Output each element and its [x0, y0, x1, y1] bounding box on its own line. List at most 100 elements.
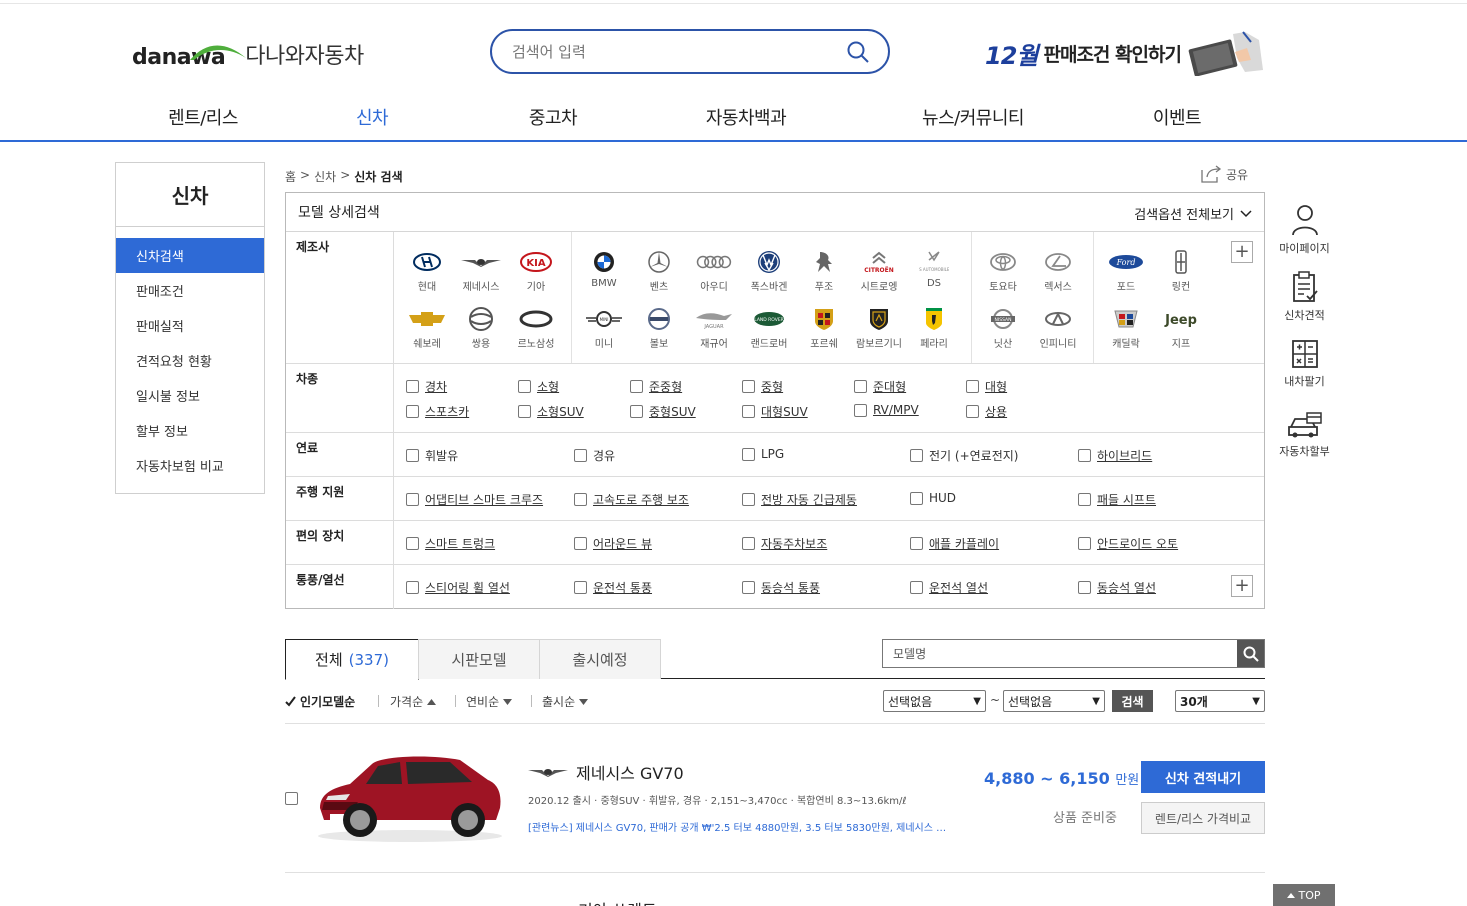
checkbox-type-commercial[interactable]: 상용: [966, 403, 1007, 420]
brand-mini[interactable]: MINI 미니: [579, 307, 629, 350]
sidebar-item-lump-sum[interactable]: 일시불 정보: [116, 378, 264, 413]
checkbox-android-auto[interactable]: 안드로이드 오토: [1078, 535, 1178, 552]
checkbox-fuel-hybrid[interactable]: 하이브리드: [1078, 447, 1152, 464]
product-name[interactable]: 제네시스 GV70: [528, 760, 684, 784]
quick-sell-my-car[interactable]: 내차팔기: [1272, 339, 1337, 389]
checkbox-steering-heat[interactable]: 스티어링 휠 열선: [406, 579, 510, 596]
brand-jeep[interactable]: Jeep 지프: [1156, 307, 1206, 350]
logo[interactable]: danawa 다나와자동차: [132, 38, 364, 70]
checkbox-hud[interactable]: HUD: [910, 491, 956, 505]
gnb-used-car[interactable]: 중고차: [529, 104, 578, 130]
quick-new-car-quote[interactable]: 신차견적: [1272, 271, 1337, 323]
brand-genesis[interactable]: 제네시스: [456, 250, 506, 293]
tab-on-sale[interactable]: 시판모델: [418, 639, 540, 679]
brand-bmw[interactable]: BMW: [579, 250, 629, 289]
checkbox-driver-ventilation[interactable]: 운전석 통풍: [574, 579, 652, 596]
checkbox-fuel-electric[interactable]: 전기 (+연료전지): [910, 447, 1018, 464]
checkbox-type-large-suv[interactable]: 대형SUV: [742, 403, 808, 420]
checkbox-auto-parking[interactable]: 자동주차보조: [742, 535, 827, 552]
next-product-name[interactable]: 기아 쏘렌토: [578, 897, 657, 906]
promo-banner[interactable]: 12월 판매조건 확인하기: [985, 30, 1265, 76]
sidebar-item-sales-results[interactable]: 판매실적: [116, 308, 264, 343]
checkbox-adaptive-cruise[interactable]: 어댑티브 스마트 크루즈: [406, 491, 543, 508]
gnb-rent-lease[interactable]: 렌트/리스: [168, 104, 238, 130]
checkbox-type-compact[interactable]: 경차: [406, 378, 447, 395]
breadcrumb-home[interactable]: 홈: [285, 168, 296, 185]
checkbox-type-mid-suv[interactable]: 중형SUV: [630, 403, 696, 420]
model-search-input[interactable]: [883, 640, 1237, 667]
gnb-new-car[interactable]: 신차: [356, 104, 389, 130]
checkbox-type-large[interactable]: 대형: [966, 378, 1007, 395]
brand-renault-samsung[interactable]: 르노삼성: [511, 307, 561, 350]
brand-toyota[interactable]: 토요타: [978, 250, 1028, 293]
checkbox-auto-emergency-brake[interactable]: 전방 자동 긴급제동: [742, 491, 857, 508]
brand-peugeot[interactable]: 푸조: [799, 250, 849, 293]
checkbox-type-semi-mid[interactable]: 준중형: [630, 378, 682, 395]
search-icon[interactable]: [846, 40, 870, 64]
brand-nissan[interactable]: NISSAN 닛산: [978, 307, 1028, 350]
brand-ssangyong[interactable]: 쌍용: [456, 307, 506, 350]
sort-efficiency[interactable]: 연비순: [466, 693, 513, 710]
share-button[interactable]: 공유: [1200, 165, 1248, 183]
brand-hyundai[interactable]: 현대: [402, 250, 452, 293]
tab-upcoming[interactable]: 출시예정: [539, 639, 661, 679]
model-search-button[interactable]: [1237, 640, 1264, 667]
expand-maker-button[interactable]: +: [1231, 241, 1253, 263]
checkbox-passenger-heat[interactable]: 동승석 열선: [1078, 579, 1156, 596]
brand-volvo[interactable]: 볼보: [634, 307, 684, 350]
car-thumbnail[interactable]: [310, 750, 510, 845]
brand-volkswagen[interactable]: 폭스바겐: [744, 250, 794, 293]
brand-infiniti[interactable]: 인피니티: [1033, 307, 1083, 350]
brand-kia[interactable]: KIA 기아: [511, 250, 561, 293]
quick-car-installment[interactable]: 자동차할부: [1272, 411, 1337, 459]
brand-porsche[interactable]: 포르쉐: [799, 307, 849, 350]
sidebar-item-new-car-search[interactable]: 신차검색: [116, 238, 264, 273]
brand-jaguar[interactable]: JAGUAR 재규어: [689, 307, 739, 350]
brand-audi[interactable]: 아우디: [689, 250, 739, 293]
brand-cadillac[interactable]: 캐딜락: [1101, 307, 1151, 350]
checkbox-type-mid[interactable]: 중형: [742, 378, 783, 395]
checkbox-type-small-suv[interactable]: 소형SUV: [518, 403, 584, 420]
brand-citroen[interactable]: CITROËN 시트로엥: [854, 250, 904, 293]
checkbox-smart-trunk[interactable]: 스마트 트렁크: [406, 535, 495, 552]
brand-ferrari[interactable]: 페라리: [909, 307, 959, 350]
price-search-button[interactable]: 검색: [1112, 690, 1153, 712]
product-checkbox[interactable]: [285, 792, 298, 805]
checkbox-paddle-shift[interactable]: 패들 시프트: [1078, 491, 1156, 508]
gnb-event[interactable]: 이벤트: [1153, 104, 1202, 130]
checkbox-fuel-gasoline[interactable]: 휘발유: [406, 447, 458, 464]
checkbox-passenger-ventilation[interactable]: 동승석 통풍: [742, 579, 820, 596]
new-car-quote-button[interactable]: 신차 견적내기: [1141, 761, 1265, 793]
sidebar-item-quote-requests[interactable]: 견적요청 현황: [116, 343, 264, 378]
brand-lamborghini[interactable]: 람보르기니: [854, 307, 904, 350]
tab-all[interactable]: 전체 (337): [285, 639, 419, 680]
brand-benz[interactable]: 벤츠: [634, 250, 684, 293]
sidebar-item-insurance[interactable]: 자동차보험 비교: [116, 448, 264, 483]
brand-lincoln[interactable]: 링컨: [1156, 250, 1206, 293]
sort-price[interactable]: 가격순: [390, 693, 437, 710]
brand-chevrolet[interactable]: 쉐보레: [402, 307, 452, 350]
scroll-top-button[interactable]: TOP: [1273, 884, 1335, 906]
gnb-news-community[interactable]: 뉴스/커뮤니티: [922, 104, 1024, 130]
brand-ds[interactable]: DS AUTOMOBILES DS: [909, 250, 959, 289]
checkbox-type-small[interactable]: 소형: [518, 378, 559, 395]
brand-lexus[interactable]: 렉서스: [1033, 250, 1083, 293]
rent-lease-compare-button[interactable]: 렌트/리스 가격비교: [1141, 802, 1265, 834]
checkbox-type-semi-large[interactable]: 준대형: [854, 378, 906, 395]
sort-release[interactable]: 출시순: [542, 693, 589, 710]
product-related-news[interactable]: [관련뉴스] 제네시스 GV70, 판매가 공개 ₩'2.5 터보 4880만원…: [528, 819, 953, 834]
brand-ford[interactable]: Ford 포드: [1101, 250, 1151, 293]
gnb-car-encyclopedia[interactable]: 자동차백과: [706, 104, 787, 130]
page-size-select[interactable]: 30개 ▼: [1175, 690, 1265, 712]
checkbox-fuel-diesel[interactable]: 경유: [574, 447, 615, 464]
quick-my-page[interactable]: 마이페이지: [1272, 204, 1337, 256]
view-all-options-button[interactable]: 검색옵션 전체보기: [1134, 204, 1252, 223]
breadcrumb-new-car[interactable]: 신차: [314, 168, 336, 185]
checkbox-type-sports[interactable]: 스포츠카: [406, 403, 469, 420]
checkbox-fuel-lpg[interactable]: LPG: [742, 447, 784, 461]
sort-popular[interactable]: 인기모델순: [285, 693, 355, 710]
checkbox-type-rv-mpv[interactable]: RV/MPV: [854, 403, 919, 417]
checkbox-apple-carplay[interactable]: 애플 카플레이: [910, 535, 999, 552]
brand-land-rover[interactable]: LAND ROVER 랜드로버: [744, 307, 794, 350]
expand-options-button[interactable]: +: [1231, 575, 1253, 597]
